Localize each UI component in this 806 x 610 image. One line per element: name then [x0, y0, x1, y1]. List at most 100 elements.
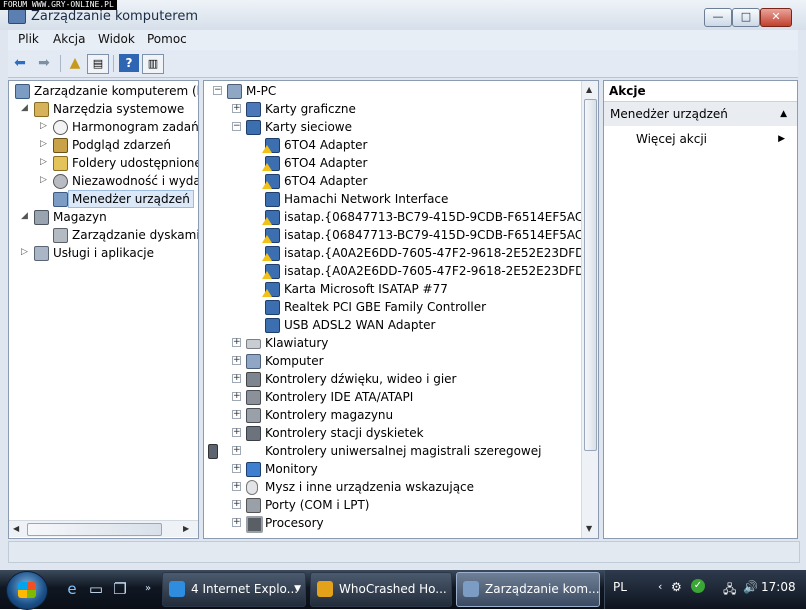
- show-hidden-icons-icon[interactable]: ‹: [658, 580, 662, 593]
- scroll-down-arrow-icon[interactable]: ▼: [586, 524, 592, 533]
- tree-item[interactable]: + Kontrolery magazynu: [204, 406, 598, 424]
- scroll-left-arrow-icon[interactable]: ◀: [13, 524, 19, 533]
- tree-item[interactable]: + Kontrolery dźwięku, wideo i gier: [204, 370, 598, 388]
- expand-icon[interactable]: ▷: [39, 122, 48, 131]
- tree-item[interactable]: + Kontrolery uniwersalnej magistrali szer…: [204, 442, 598, 460]
- minimize-button[interactable]: —: [704, 8, 732, 27]
- tree-item[interactable]: − Karty sieciowe: [204, 118, 598, 136]
- tree-item[interactable]: ▷ Harmonogram zadań: [9, 118, 198, 136]
- tree-item[interactable]: ◢ Magazyn: [9, 208, 198, 226]
- tree-item[interactable]: 6TO4 Adapter: [204, 154, 598, 172]
- taskbar-button-whocrashed[interactable]: WhoCrashed Ho...: [310, 572, 452, 607]
- show-hide-tree-icon[interactable]: ▤: [87, 54, 109, 74]
- expand-icon[interactable]: +: [232, 356, 241, 365]
- tree-item[interactable]: isatap.{06847713-BC79-415D-9CDB-F6514EF5…: [204, 226, 598, 244]
- scroll-thumb[interactable]: [27, 523, 162, 536]
- internet-explorer-icon[interactable]: e: [62, 579, 82, 599]
- more-actions-item[interactable]: Więcej akcji ▶: [604, 128, 797, 150]
- tree-item[interactable]: ▷ Podgląd zdarzeń: [9, 136, 198, 154]
- expand-icon[interactable]: ▷: [20, 248, 29, 257]
- up-folder-icon[interactable]: ▲: [65, 54, 85, 72]
- scroll-right-arrow-icon[interactable]: ▶: [183, 524, 189, 533]
- tree-item[interactable]: Karta Microsoft ISATAP #77: [204, 280, 598, 298]
- tree-item[interactable]: Menedżer urządzeń: [9, 190, 198, 208]
- taskbar-button-computer-management[interactable]: Zarządzanie kom...: [456, 572, 600, 607]
- tree-item[interactable]: ▷ Foldery udostępnione: [9, 154, 198, 172]
- tree-item[interactable]: Hamachi Network Interface: [204, 190, 598, 208]
- expand-icon[interactable]: +: [232, 464, 241, 473]
- help-icon[interactable]: ?: [119, 54, 139, 72]
- tree-item[interactable]: ▷ Usługi i aplikacje: [9, 244, 198, 262]
- tree-item[interactable]: − M-PC: [204, 82, 598, 100]
- quick-launch-overflow-icon[interactable]: »: [138, 579, 158, 599]
- collapse-icon[interactable]: −: [213, 86, 222, 95]
- menu-view[interactable]: Widok: [98, 32, 135, 46]
- close-button[interactable]: ✕: [760, 8, 792, 27]
- tree-item[interactable]: ◢ Narzędzia systemowe: [9, 100, 198, 118]
- expand-icon[interactable]: +: [232, 518, 241, 527]
- tree-item[interactable]: + Klawiatury: [204, 334, 598, 352]
- device-tree-pane[interactable]: − M-PC + Karty graficzne − Karty sieciowe 6TO4…: [203, 80, 599, 539]
- expand-icon[interactable]: ▷: [39, 176, 48, 185]
- back-arrow-icon[interactable]: ⬅: [10, 54, 30, 72]
- tree-item[interactable]: USB ADSL2 WAN Adapter: [204, 316, 598, 334]
- tree-item[interactable]: + Porty (COM i LPT): [204, 496, 598, 514]
- tree-item[interactable]: + Komputer: [204, 352, 598, 370]
- expand-icon[interactable]: +: [232, 482, 241, 491]
- steam-icon[interactable]: ⚙: [671, 580, 682, 594]
- maximize-button[interactable]: □: [732, 8, 760, 27]
- expand-icon[interactable]: +: [232, 392, 241, 401]
- tree-item[interactable]: Zarządzanie komputerem (loka: [9, 82, 198, 100]
- vertical-scrollbar[interactable]: ▲ ▼: [581, 81, 598, 538]
- tree-item[interactable]: isatap.{06847713-BC79-415D-9CDB-F6514EF5…: [204, 208, 598, 226]
- tree-item[interactable]: + Kontrolery stacji dyskietek: [204, 424, 598, 442]
- tree-item[interactable]: + Mysz i inne urządzenia wskazujące: [204, 478, 598, 496]
- title-bar[interactable]: Zarządzanie komputerem — □ ✕: [0, 0, 806, 30]
- expand-icon[interactable]: +: [232, 446, 241, 455]
- menu-file[interactable]: Plik: [18, 32, 39, 46]
- tree-item[interactable]: Zarządzanie dyskami: [9, 226, 198, 244]
- menu-help[interactable]: Pomoc: [147, 32, 187, 46]
- tree-item[interactable]: + Kontrolery IDE ATA/ATAPI: [204, 388, 598, 406]
- tree-item[interactable]: + Monitory: [204, 460, 598, 478]
- collapse-icon[interactable]: −: [232, 122, 241, 131]
- expand-icon[interactable]: +: [232, 428, 241, 437]
- show-hide-actions-icon[interactable]: ▥: [142, 54, 164, 74]
- show-desktop-icon[interactable]: ▭: [86, 579, 106, 599]
- start-button[interactable]: [6, 571, 48, 610]
- expand-icon[interactable]: +: [232, 374, 241, 383]
- expand-icon[interactable]: ▷: [39, 140, 48, 149]
- menu-action[interactable]: Akcja: [53, 32, 85, 46]
- scroll-thumb[interactable]: [584, 99, 597, 451]
- network-icon[interactable]: 🖧: [723, 580, 736, 601]
- tree-item-label: 6TO4 Adapter: [284, 138, 368, 152]
- expand-icon[interactable]: +: [232, 410, 241, 419]
- tree-item[interactable]: isatap.{A0A2E6DD-7605-47F2-9618-2E52E23D…: [204, 244, 598, 262]
- tree-item[interactable]: + Procesory: [204, 514, 598, 533]
- navigation-tree-pane[interactable]: Zarządzanie komputerem (loka ◢ Narzędzia s…: [8, 80, 199, 539]
- language-indicator[interactable]: PL: [613, 580, 627, 594]
- clock[interactable]: 17:08: [761, 580, 796, 594]
- port-icon: [246, 498, 261, 513]
- expand-icon[interactable]: ▷: [39, 158, 48, 167]
- tree-item[interactable]: isatap.{A0A2E6DD-7605-47F2-9618-2E52E23D…: [204, 262, 598, 280]
- tree-item[interactable]: 6TO4 Adapter: [204, 172, 598, 190]
- tree-item[interactable]: 6TO4 Adapter: [204, 136, 598, 154]
- checkmark-icon[interactable]: ✓: [691, 579, 705, 593]
- scroll-up-arrow-icon[interactable]: ▲: [586, 85, 592, 94]
- expand-icon[interactable]: +: [232, 338, 241, 347]
- horizontal-scrollbar[interactable]: ◀ ▶: [9, 520, 198, 537]
- collapse-icon[interactable]: ◢: [20, 104, 29, 113]
- actions-section-device-manager[interactable]: Menedżer urządzeń ▲: [604, 102, 797, 126]
- tree-item[interactable]: + Karty graficzne: [204, 100, 598, 118]
- tree-item[interactable]: ▷ Niezawodność i wydajn: [9, 172, 198, 190]
- volume-icon[interactable]: 🔊: [743, 580, 758, 594]
- expand-icon[interactable]: +: [232, 104, 241, 113]
- tree-item[interactable]: Realtek PCI GBE Family Controller: [204, 298, 598, 316]
- expand-icon[interactable]: +: [232, 500, 241, 509]
- collapse-arrow-icon[interactable]: ▲: [780, 102, 787, 126]
- forward-arrow-icon[interactable]: ➡: [34, 54, 54, 72]
- taskbar-button-internet-explorer[interactable]: 4 Internet Explo... ▼: [162, 572, 306, 607]
- collapse-icon[interactable]: ◢: [20, 212, 29, 221]
- switch-windows-icon[interactable]: ❐: [110, 579, 130, 599]
